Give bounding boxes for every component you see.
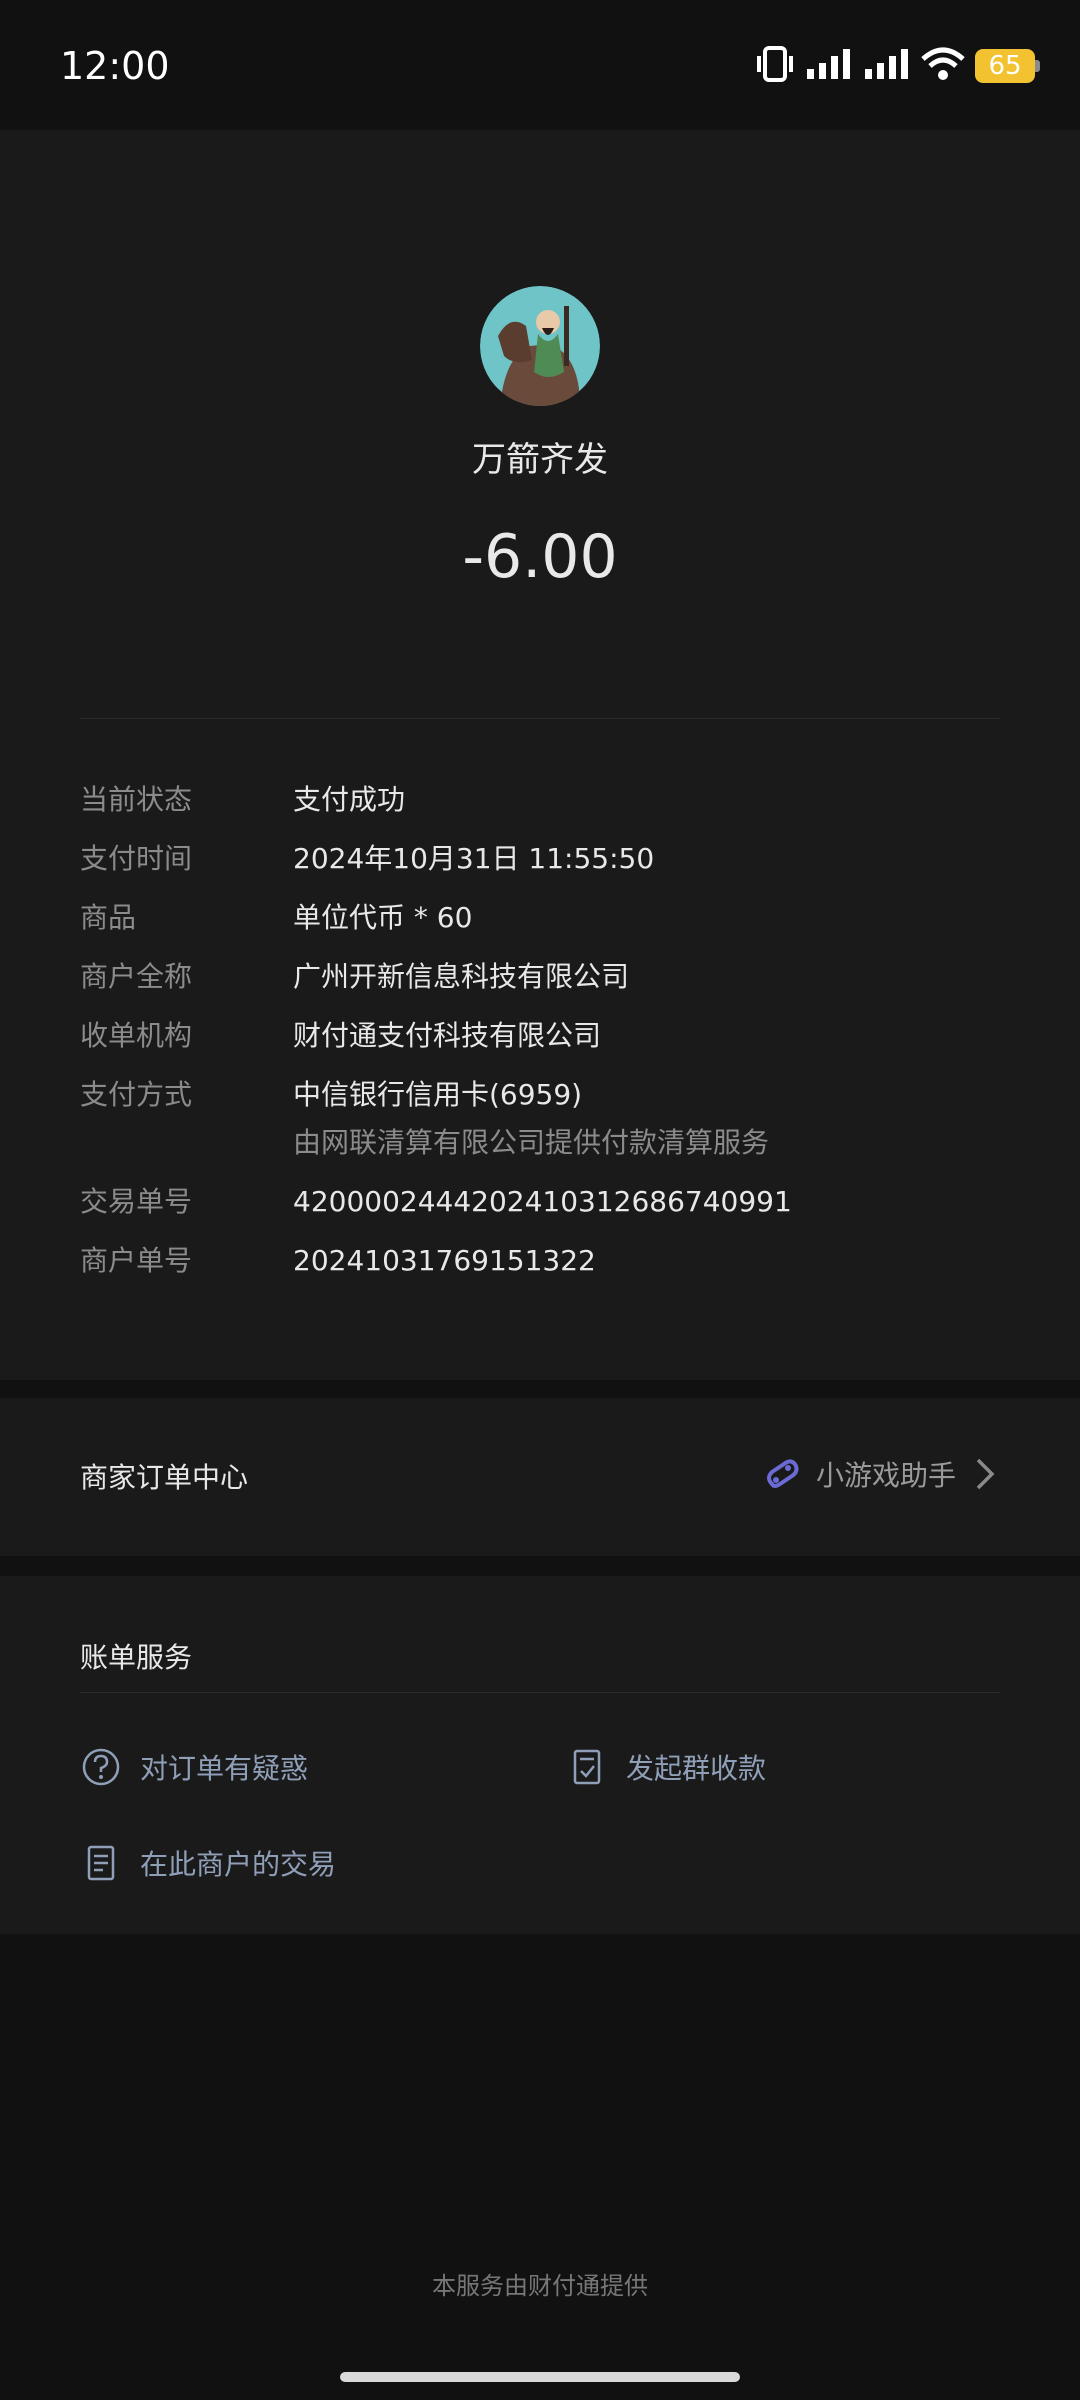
merchant-order-center-title: 商家订单中心 — [80, 1461, 249, 1494]
detail-list: 当前状态 支付成功 支付时间 2024年10月31日 11:55:50 商品 单… — [80, 780, 1020, 1300]
signal-icon — [863, 47, 911, 85]
group-collect-label: 发起群收款 — [626, 1752, 767, 1785]
battery-indicator: 65 — [975, 49, 1035, 83]
order-question-button[interactable]: 对订单有疑惑 — [80, 1746, 308, 1788]
detail-value: 财付通支付科技有限公司 — [293, 1019, 602, 1052]
detail-value: 广州开新信息科技有限公司 — [293, 960, 630, 993]
detail-label: 交易单号 — [80, 1185, 193, 1218]
merchant-order-center[interactable]: 商家订单中心 小游戏助手 — [0, 1398, 1080, 1556]
detail-row-time: 支付时间 2024年10月31日 11:55:50 — [80, 839, 1020, 879]
status-icons: 65 — [755, 46, 1040, 86]
avatar — [480, 286, 600, 406]
avatar-icon — [480, 286, 600, 406]
detail-label: 商户全称 — [80, 960, 193, 993]
group-collect-button[interactable]: 发起群收款 — [566, 1746, 766, 1788]
detail-value: 单位代币 * 60 — [293, 901, 473, 934]
mini-game-assistant-label: 小游戏助手 — [815, 1459, 956, 1492]
detail-label: 商户单号 — [80, 1244, 193, 1277]
detail-value: 2024年10月31日 11:55:50 — [293, 842, 655, 875]
detail-row-status: 当前状态 支付成功 — [80, 780, 1020, 820]
order-question-label: 对订单有疑惑 — [140, 1752, 309, 1785]
wifi-icon — [921, 47, 965, 85]
receipt-icon — [80, 1842, 122, 1884]
question-icon — [80, 1746, 122, 1788]
merchant-transactions-button[interactable]: 在此商户的交易 — [80, 1842, 336, 1884]
detail-row-payment-method: 支付方式 中信银行信用卡(6959) 由网联清算有限公司提供付款清算服务 — [80, 1075, 1020, 1163]
detail-label: 商品 — [80, 901, 137, 934]
status-time: 12:00 — [60, 44, 170, 88]
footer-provider-text: 本服务由财付通提供 — [432, 2272, 648, 2300]
status-bar: 12:00 65 — [0, 0, 1080, 130]
bill-services-title: 账单服务 — [80, 1641, 193, 1674]
detail-label: 当前状态 — [80, 783, 193, 816]
detail-label: 收单机构 — [80, 1019, 193, 1052]
detail-value: 中信银行信用卡(6959) — [293, 1078, 583, 1111]
signal-icon — [805, 47, 853, 85]
chevron-right-icon — [976, 1458, 995, 1490]
detail-label: 支付时间 — [80, 842, 193, 875]
detail-value[interactable]: 4200002444202410312686740991 — [293, 1182, 792, 1222]
detail-row-merchant-order-id: 商户单号 20241031769151322 — [80, 1241, 1020, 1281]
divider — [80, 1692, 1000, 1693]
battery-tip — [1035, 60, 1040, 72]
bill-services: 账单服务 对订单有疑惑 发起群收款 在此商户的交易 — [0, 1576, 1080, 1934]
vibrate-icon — [755, 46, 795, 86]
detail-row-product: 商品 单位代币 * 60 — [80, 898, 1020, 938]
mini-game-assistant-link[interactable]: 小游戏助手 — [762, 1454, 1000, 1494]
detail-row-acquirer: 收单机构 财付通支付科技有限公司 — [80, 1016, 1020, 1056]
divider — [80, 718, 1000, 719]
detail-subtext: 由网联清算有限公司提供付款清算服务 — [293, 1126, 770, 1159]
detail-value: 支付成功 — [293, 783, 406, 816]
merchant-name: 万箭齐发 — [472, 440, 608, 480]
detail-label: 支付方式 — [80, 1078, 193, 1111]
miniprogram-icon — [766, 1459, 799, 1488]
detail-value[interactable]: 20241031769151322 — [293, 1241, 596, 1281]
home-indicator[interactable] — [340, 2372, 740, 2382]
detail-row-merchant-fullname: 商户全称 广州开新信息科技有限公司 — [80, 957, 1020, 997]
detail-row-transaction-id: 交易单号 4200002444202410312686740991 — [80, 1182, 1020, 1222]
merchant-transactions-label: 在此商户的交易 — [140, 1848, 337, 1881]
group-collect-icon — [566, 1746, 608, 1788]
payment-amount: -6.00 — [462, 522, 618, 592]
